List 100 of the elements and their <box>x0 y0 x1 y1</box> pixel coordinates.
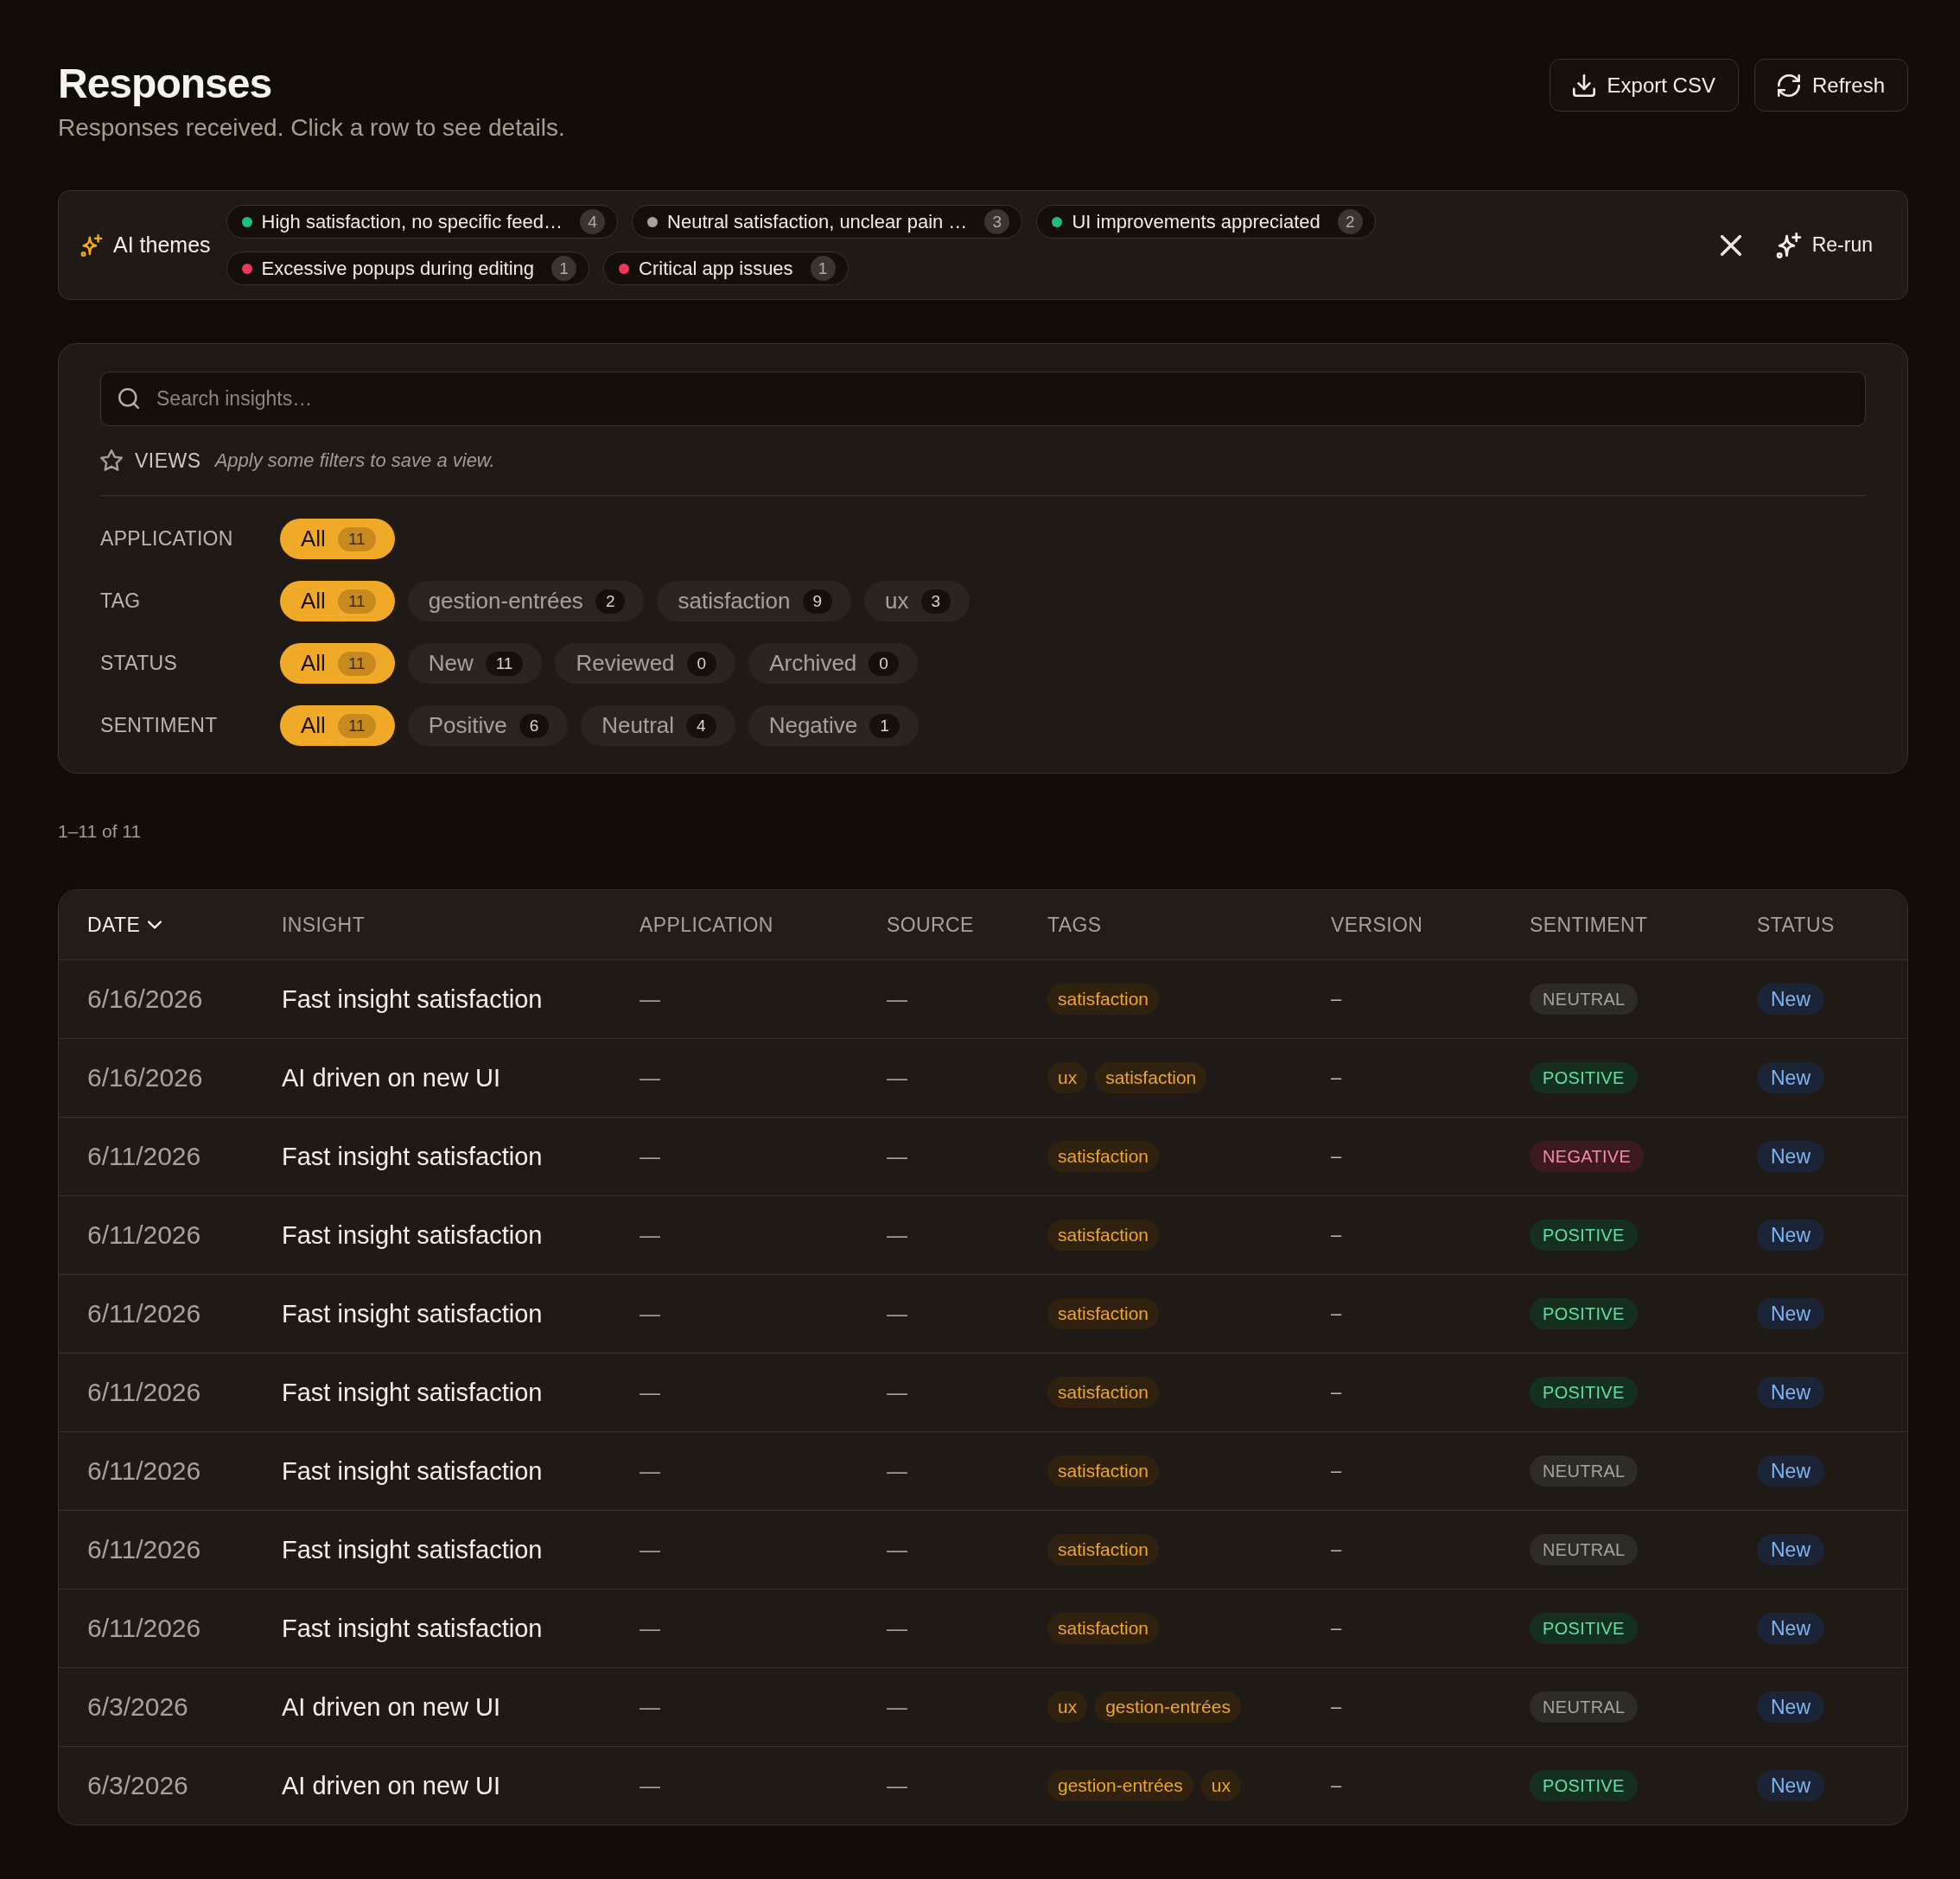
sentiment-badge: POSITIVE <box>1530 1770 1638 1801</box>
date-text: 6/11/2026 <box>87 1378 201 1407</box>
filter-chip[interactable]: All 11 <box>280 643 395 684</box>
status-badge: New <box>1757 1770 1824 1801</box>
count-badge: 9 <box>802 589 833 614</box>
status-badge: New <box>1757 1377 1824 1408</box>
insight-text: Fast insight satisfaction <box>282 1535 543 1564</box>
search-field[interactable]: Search insights… <box>100 372 1866 426</box>
tag-chip: ux <box>1047 1062 1088 1093</box>
count-badge: 4 <box>686 713 716 738</box>
filter-chip[interactable]: Reviewed 0 <box>555 643 736 684</box>
rerun-button[interactable]: Re-run <box>1775 232 1873 258</box>
count-badge: 11 <box>337 526 376 551</box>
application-value: — <box>640 987 660 1011</box>
insight-text: Fast insight satisfaction <box>282 1220 543 1250</box>
column-header[interactable]: SOURCE <box>887 913 974 937</box>
status-badge: New <box>1757 1298 1824 1329</box>
date-text: 6/11/2026 <box>87 1142 201 1171</box>
insight-text: Fast insight satisfaction <box>282 984 543 1014</box>
tag-chip: satisfaction <box>1047 1613 1160 1644</box>
filter-label: APPLICATION <box>100 527 234 551</box>
filter-chip[interactable]: ux 3 <box>864 581 970 621</box>
count-badge: 0 <box>869 651 899 676</box>
column-header[interactable]: INSIGHT <box>282 913 366 937</box>
views-hint: Apply some filters to save a view. <box>214 449 495 472</box>
download-icon <box>1572 73 1595 97</box>
filter-chip[interactable]: Neutral 4 <box>581 705 735 746</box>
theme-chip[interactable]: High satisfaction, no specific feed… 4 <box>226 205 619 239</box>
theme-chip[interactable]: Neutral satisfaction, unclear pain … 3 <box>632 205 1023 239</box>
date-text: 6/3/2026 <box>87 1771 188 1800</box>
sentiment-badge: NEUTRAL <box>1530 1691 1639 1723</box>
column-header[interactable]: SENTIMENT <box>1530 913 1648 937</box>
filter-chip[interactable]: All 11 <box>280 581 395 621</box>
tag-chip: satisfaction <box>1095 1062 1207 1093</box>
filter-chip[interactable]: All 11 <box>280 705 395 746</box>
sentiment-badge: NEUTRAL <box>1530 984 1639 1015</box>
filter-chip[interactable]: Archived 0 <box>748 643 918 684</box>
count-badge: 3 <box>920 589 951 614</box>
count-badge: 1 <box>551 256 577 281</box>
status-badge: New <box>1757 1062 1824 1093</box>
count-badge: 2 <box>1337 209 1363 234</box>
application-value: — <box>640 1774 660 1798</box>
count-badge: 11 <box>337 651 376 676</box>
sparkle-icon <box>80 233 103 257</box>
version-value: – <box>1331 1538 1342 1561</box>
export-button[interactable]: Export CSV <box>1549 59 1739 111</box>
status-badge: New <box>1757 1220 1824 1251</box>
insight-text: Fast insight satisfaction <box>282 1378 543 1407</box>
filter-chip[interactable]: satisfaction 9 <box>657 581 852 621</box>
tag-chip: gestion-entrées <box>1047 1770 1193 1801</box>
insight-text: AI driven on new UI <box>282 1692 501 1722</box>
date-text: 6/11/2026 <box>87 1535 201 1564</box>
application-value: — <box>640 1144 660 1169</box>
version-value: – <box>1331 988 1342 1010</box>
count-badge: 2 <box>595 589 626 614</box>
date-text: 6/11/2026 <box>87 1220 201 1250</box>
filter-chip[interactable]: gestion-entrées 2 <box>407 581 645 621</box>
theme-chip[interactable]: Excessive popups during editing 1 <box>226 252 590 285</box>
sentiment-badge: POSITIVE <box>1530 1220 1638 1251</box>
source-value: — <box>887 1144 907 1169</box>
sentiment-badge: NEGATIVE <box>1530 1141 1645 1172</box>
chevron-down-icon <box>148 920 162 929</box>
count-badge: 0 <box>686 651 717 676</box>
date-text: 6/11/2026 <box>87 1299 201 1328</box>
sentiment-badge: NEUTRAL <box>1530 1455 1639 1487</box>
pagination-info: 1–11 of 11 <box>58 820 142 843</box>
date-text: 6/11/2026 <box>87 1614 201 1643</box>
theme-chip[interactable]: UI improvements appreciated 2 <box>1036 205 1376 239</box>
column-header[interactable]: VERSION <box>1331 913 1423 937</box>
insight-text: Fast insight satisfaction <box>282 1614 543 1643</box>
date-text: 6/11/2026 <box>87 1456 201 1486</box>
column-header[interactable]: STATUS <box>1757 913 1835 937</box>
theme-chip[interactable]: Critical app issues 1 <box>603 252 849 285</box>
tag-chip: satisfaction <box>1047 1298 1160 1329</box>
star-icon <box>100 449 123 472</box>
count-badge: 1 <box>869 713 900 738</box>
tag-chip: ux <box>1047 1691 1088 1723</box>
version-value: – <box>1331 1381 1342 1404</box>
version-value: – <box>1331 1067 1342 1089</box>
source-value: — <box>887 1223 907 1247</box>
filter-chip[interactable]: New 11 <box>407 643 543 684</box>
filter-chip[interactable]: Positive 6 <box>407 705 569 746</box>
application-value: — <box>640 1223 660 1247</box>
application-value: — <box>640 1616 660 1640</box>
sentiment-badge: NEUTRAL <box>1530 1534 1639 1565</box>
tag-chip: ux <box>1200 1770 1241 1801</box>
refresh-button[interactable]: Refresh <box>1753 59 1908 111</box>
filter-chip[interactable]: Negative 1 <box>748 705 919 746</box>
close-icon[interactable] <box>1720 234 1741 256</box>
column-header[interactable]: TAGS <box>1047 913 1102 937</box>
column-header[interactable]: APPLICATION <box>640 913 773 937</box>
filter-chip[interactable]: All 11 <box>280 519 395 559</box>
status-badge: New <box>1757 1455 1824 1487</box>
date-text: 6/3/2026 <box>87 1692 188 1722</box>
ai-themes-label: AI themes <box>113 232 211 258</box>
count-badge: 11 <box>485 651 524 676</box>
page-title: Responses <box>58 60 273 108</box>
application-value: — <box>640 1459 660 1483</box>
version-value: – <box>1331 1696 1342 1718</box>
column-header[interactable]: DATE <box>87 913 162 937</box>
